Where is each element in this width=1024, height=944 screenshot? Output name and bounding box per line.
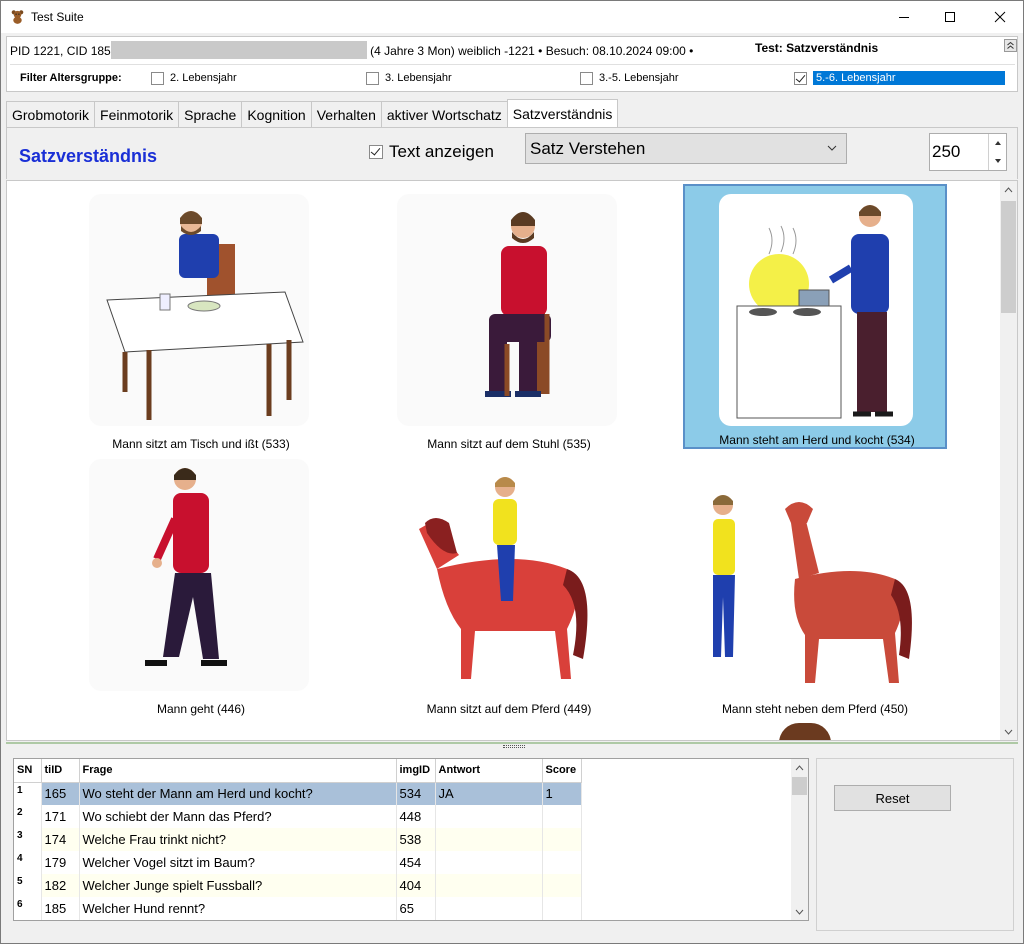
test-type-dropdown[interactable]: Satz Verstehen (525, 133, 847, 164)
image-card-selected[interactable]: Mann steht am Herd und kocht (534) (683, 184, 947, 449)
redacted-name (110, 41, 367, 59)
show-text-checkbox[interactable] (369, 145, 383, 159)
maximize-button[interactable] (927, 1, 973, 33)
panel-splitter[interactable] (6, 742, 1018, 750)
table-row[interactable]: 4 179 Welcher Vogel sitzt im Baum? 454 (14, 851, 582, 874)
tab-satzverstaendnis[interactable]: Satzverständnis (506, 99, 619, 127)
patient-id: PID 1221, CID 185 (10, 44, 111, 58)
tab-verhalten[interactable]: Verhalten (310, 101, 382, 127)
man-walking-picture (89, 459, 309, 691)
tab-kognition[interactable]: Kognition (241, 101, 312, 127)
gallery-scrollbar[interactable] (1000, 181, 1017, 740)
test-toolbar: Satzverständnis Text anzeigen Satz Verst… (6, 127, 1018, 179)
filter-option-2-lebensjahr[interactable]: 2. Lebensjahr (151, 70, 237, 86)
scroll-up-button[interactable] (791, 759, 808, 776)
chevron-up-icon (1007, 41, 1014, 49)
checkbox[interactable] (366, 71, 379, 85)
teddy-bear-icon (11, 10, 24, 24)
title-bar: Test Suite (1, 1, 1023, 33)
age-filter-row: Filter Altersgruppe: 2. Lebensjahr 3. Le… (10, 64, 1015, 88)
arrow-up-icon (795, 764, 804, 770)
man-cooking-at-stove-picture (719, 194, 913, 426)
show-text-label: Text anzeigen (389, 142, 494, 161)
column-header-tiid[interactable]: tiID (41, 759, 80, 783)
reset-panel: Reset (816, 758, 1014, 931)
close-icon (994, 11, 1006, 23)
filter-option-3-lebensjahr[interactable]: 3. Lebensjahr (366, 70, 452, 86)
collapse-button[interactable] (1004, 39, 1017, 52)
image-caption: Mann steht neben dem Pferd (450) (721, 702, 909, 716)
minimize-icon (899, 17, 909, 18)
image-caption: Mann sitzt auf dem Stuhl (535) (427, 437, 591, 451)
patient-info-line: PID 1221, CID 185 (4 Jahre 3 Mon) weibli… (10, 41, 693, 59)
category-tabs: Grobmotorik Feinmotorik Sprache Kognitio… (6, 99, 619, 127)
column-header-frage[interactable]: Frage (79, 759, 397, 783)
spinner-value: 250 (932, 142, 961, 161)
image-card[interactable]: Mann steht neben dem Pferd (450) (683, 451, 947, 716)
arrow-down-icon (795, 909, 804, 915)
arrow-down-icon (994, 159, 1001, 163)
chevron-down-icon (827, 145, 837, 151)
dropdown-value: Satz Verstehen (530, 138, 646, 158)
column-header-imgid[interactable]: imgID (396, 759, 436, 783)
image-card[interactable]: Mann geht (446) (69, 451, 333, 716)
patient-details: (4 Jahre 3 Mon) weiblich -1221 • Besuch:… (370, 44, 694, 58)
image-caption: Mann geht (446) (156, 702, 246, 716)
arrow-up-icon (994, 141, 1001, 145)
scrollbar-thumb[interactable] (1001, 201, 1016, 313)
spin-up-button[interactable] (989, 134, 1006, 152)
table-row[interactable]: 6 185 Welcher Hund rennt? 65 (14, 897, 582, 920)
man-sitting-on-chair-picture (397, 194, 617, 426)
table-row[interactable]: 3 174 Welche Frau trinkt nicht? 538 (14, 828, 582, 851)
man-riding-horse-picture (397, 459, 617, 691)
man-eating-at-table-picture (89, 194, 309, 426)
filter-option-3-5-lebensjahr[interactable]: 3.-5. Lebensjahr (580, 70, 679, 86)
tab-aktiver-wortschatz[interactable]: aktiver Wortschatz (380, 101, 508, 127)
size-spinner[interactable]: 250 (929, 133, 1007, 171)
reset-button[interactable]: Reset (834, 785, 951, 811)
scroll-up-button[interactable] (1000, 181, 1017, 198)
question-table: SN tiID Frage imgID Antwort Score 1 165 … (13, 758, 809, 921)
maximize-icon (945, 12, 955, 22)
image-caption: Mann steht am Herd und kocht (534) (719, 433, 915, 447)
table-scrollbar[interactable] (791, 759, 808, 920)
column-header-sn[interactable]: SN (14, 759, 42, 783)
window-title: Test Suite (31, 10, 84, 24)
arrow-up-icon (1004, 186, 1013, 192)
checkbox[interactable] (580, 71, 593, 85)
tab-sprache[interactable]: Sprache (178, 101, 243, 127)
column-header-score[interactable]: Score (542, 759, 582, 783)
test-label: Test: Satzverständnis (755, 41, 879, 55)
image-card[interactable]: Mann sitzt am Tisch und ißt (533) (69, 186, 333, 451)
image-caption: Mann sitzt am Tisch und ißt (533) (112, 437, 290, 451)
show-text-toggle[interactable]: Text anzeigen (369, 142, 494, 162)
close-button[interactable] (977, 1, 1023, 33)
scroll-down-button[interactable] (791, 903, 808, 920)
spin-down-button[interactable] (989, 152, 1006, 170)
filter-option-5-6-lebensjahr[interactable]: 5.-6. Lebensjahr (794, 70, 1005, 86)
app-window: Test Suite PID 1221, CID 185 (4 Jahre 3 … (0, 0, 1024, 944)
partial-next-image (779, 723, 831, 740)
minimize-button[interactable] (881, 1, 927, 33)
arrow-down-icon (1004, 729, 1013, 735)
table-row[interactable]: 2 171 Wo schiebt der Mann das Pferd? 448 (14, 805, 582, 828)
section-title: Satzverständnis (19, 146, 158, 166)
image-caption: Mann sitzt auf dem Pferd (449) (426, 702, 592, 716)
table-row-selected[interactable]: 1 165 Wo steht der Mann am Herd und koch… (14, 782, 582, 805)
checkbox[interactable] (151, 71, 164, 85)
patient-info-panel: PID 1221, CID 185 (4 Jahre 3 Mon) weibli… (6, 36, 1018, 92)
tab-grobmotorik[interactable]: Grobmotorik (6, 101, 96, 127)
image-card[interactable]: Mann sitzt auf dem Stuhl (535) (377, 186, 641, 451)
image-card[interactable]: Mann sitzt auf dem Pferd (449) (377, 451, 641, 716)
scrollbar-thumb[interactable] (792, 777, 807, 795)
column-header-antwort[interactable]: Antwort (435, 759, 543, 783)
splitter-grip-icon (503, 745, 525, 748)
tab-feinmotorik[interactable]: Feinmotorik (94, 101, 180, 127)
image-gallery: Mann sitzt am Tisch und ißt (533) Mann s… (6, 180, 1018, 741)
checkbox-checked[interactable] (794, 71, 807, 85)
scroll-down-button[interactable] (1000, 723, 1017, 740)
man-standing-next-to-horse-picture (703, 459, 923, 691)
table-row[interactable]: 5 182 Welcher Junge spielt Fussball? 404 (14, 874, 582, 897)
filter-label: Filter Altersgruppe: (20, 72, 122, 84)
